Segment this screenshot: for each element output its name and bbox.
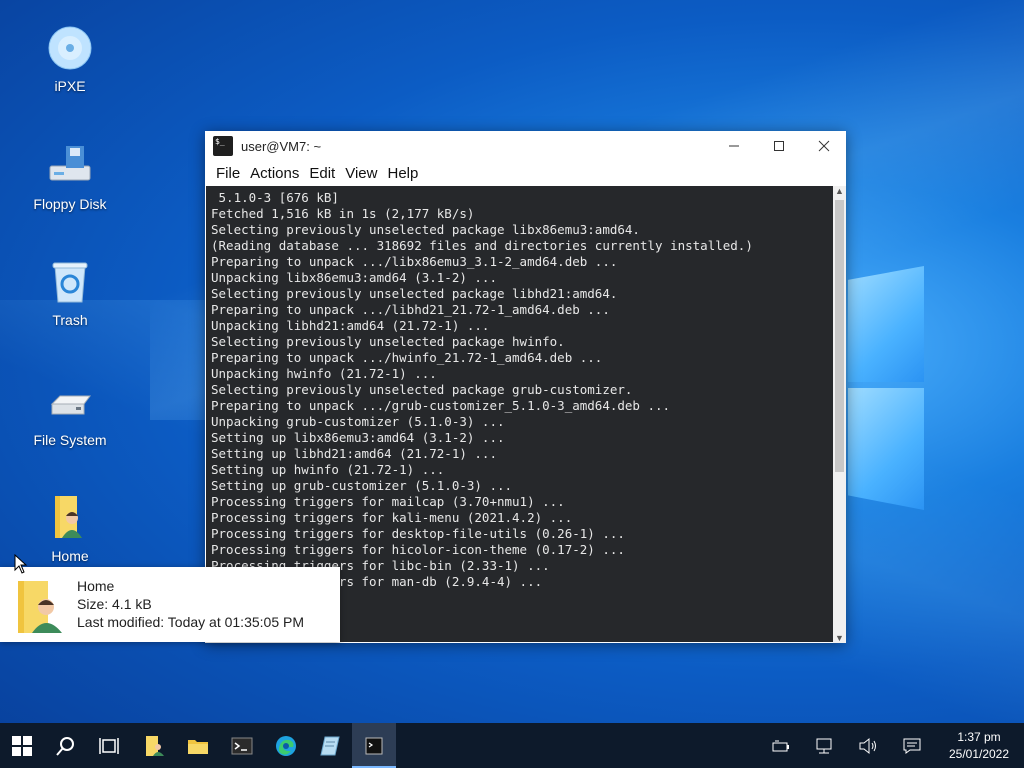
- menu-help[interactable]: Help: [387, 165, 418, 182]
- desktop-icon-home[interactable]: Home: [15, 494, 125, 564]
- system-tray: 1:37 pm 25/01/2022: [758, 723, 1024, 768]
- maximize-button[interactable]: [756, 131, 801, 161]
- minimize-icon: [728, 145, 739, 147]
- network-icon: [816, 738, 832, 753]
- text-editor-icon: [320, 736, 340, 755]
- home-folder-icon: [46, 494, 94, 542]
- volume-icon: [859, 737, 876, 754]
- minimize-button[interactable]: [711, 131, 756, 161]
- taskbar-home-folder[interactable]: [132, 723, 176, 768]
- vertical-scrollbar[interactable]: ▲ ▼: [833, 186, 846, 643]
- home-folder-icon: [146, 735, 164, 756]
- desktop-icon-label: File System: [33, 432, 107, 448]
- tooltip-size: Size: 4.1 kB: [77, 596, 152, 612]
- terminal-icon: [365, 737, 383, 754]
- taskbar-file-manager[interactable]: [176, 723, 220, 768]
- windows-start-icon: [12, 735, 32, 756]
- battery-plug-icon: [772, 740, 789, 751]
- desktop-icon-label: Floppy Disk: [33, 196, 107, 212]
- notification-icon: [903, 738, 921, 754]
- menu-actions[interactable]: Actions: [250, 165, 299, 182]
- search-icon: [56, 736, 74, 756]
- start-button[interactable]: [0, 723, 44, 768]
- desktop-icon-ipxe[interactable]: iPXE: [15, 24, 125, 94]
- scroll-up-arrow-icon[interactable]: ▲: [835, 186, 844, 196]
- taskbar-terminal-launcher[interactable]: [220, 723, 264, 768]
- tray-network-button[interactable]: [802, 723, 846, 768]
- menu-file[interactable]: File: [216, 165, 240, 182]
- window-title: user@VM7: ~: [241, 138, 322, 154]
- windows-logo-wallpaper: [848, 258, 928, 513]
- scrollbar-thumb[interactable]: [835, 200, 844, 472]
- terminal-icon: [231, 737, 253, 754]
- taskbar: 1:37 pm 25/01/2022: [0, 723, 1024, 768]
- edge-browser-icon: [276, 735, 296, 756]
- desktop-icon-floppy-disk[interactable]: Floppy Disk: [15, 142, 125, 212]
- desktop-icon-label: Trash: [52, 312, 88, 328]
- floppy-drive-icon: [46, 142, 94, 190]
- terminal-app-icon: [213, 136, 233, 156]
- desktop-icon-label: iPXE: [54, 78, 86, 94]
- tray-notifications-button[interactable]: [890, 723, 934, 768]
- trash-icon: [46, 258, 94, 306]
- title-bar[interactable]: user@VM7: ~: [205, 131, 846, 161]
- clock-date: 25/01/2022: [948, 746, 1010, 761]
- taskbar-terminal-active[interactable]: [352, 723, 396, 768]
- hard-drive-icon: [46, 378, 94, 426]
- tray-volume-button[interactable]: [846, 723, 890, 768]
- task-view-button[interactable]: [88, 723, 132, 768]
- menu-view[interactable]: View: [345, 165, 377, 182]
- menu-bar: File Actions Edit View Help: [205, 161, 846, 185]
- taskbar-clock[interactable]: 1:37 pm 25/01/2022: [934, 729, 1024, 763]
- search-button[interactable]: [44, 723, 88, 768]
- home-folder-icon: [16, 579, 64, 635]
- tooltip-name: Home: [77, 578, 115, 594]
- desktop-icon-trash[interactable]: Trash: [15, 258, 125, 328]
- close-icon: [818, 140, 829, 152]
- mouse-cursor-icon: [14, 553, 28, 579]
- taskbar-text-editor[interactable]: [308, 723, 352, 768]
- disc-icon: [46, 24, 94, 72]
- file-info-tooltip: Home Size: 4.1 kB Last modified: Today a…: [0, 567, 340, 642]
- desktop-icon-label: Home: [51, 548, 89, 564]
- tooltip-modified: Last modified: Today at 01:35:05 PM: [77, 614, 304, 630]
- clock-time: 1:37 pm: [957, 729, 1001, 744]
- scroll-down-arrow-icon[interactable]: ▼: [835, 633, 844, 643]
- taskbar-edge-browser[interactable]: [264, 723, 308, 768]
- tray-power-button[interactable]: [758, 723, 802, 768]
- close-button[interactable]: [801, 131, 846, 161]
- desktop-icon-file-system[interactable]: File System: [15, 378, 125, 448]
- task-view-icon: [99, 737, 119, 754]
- folder-icon: [188, 739, 208, 754]
- menu-edit[interactable]: Edit: [309, 165, 335, 182]
- maximize-icon: [773, 141, 784, 151]
